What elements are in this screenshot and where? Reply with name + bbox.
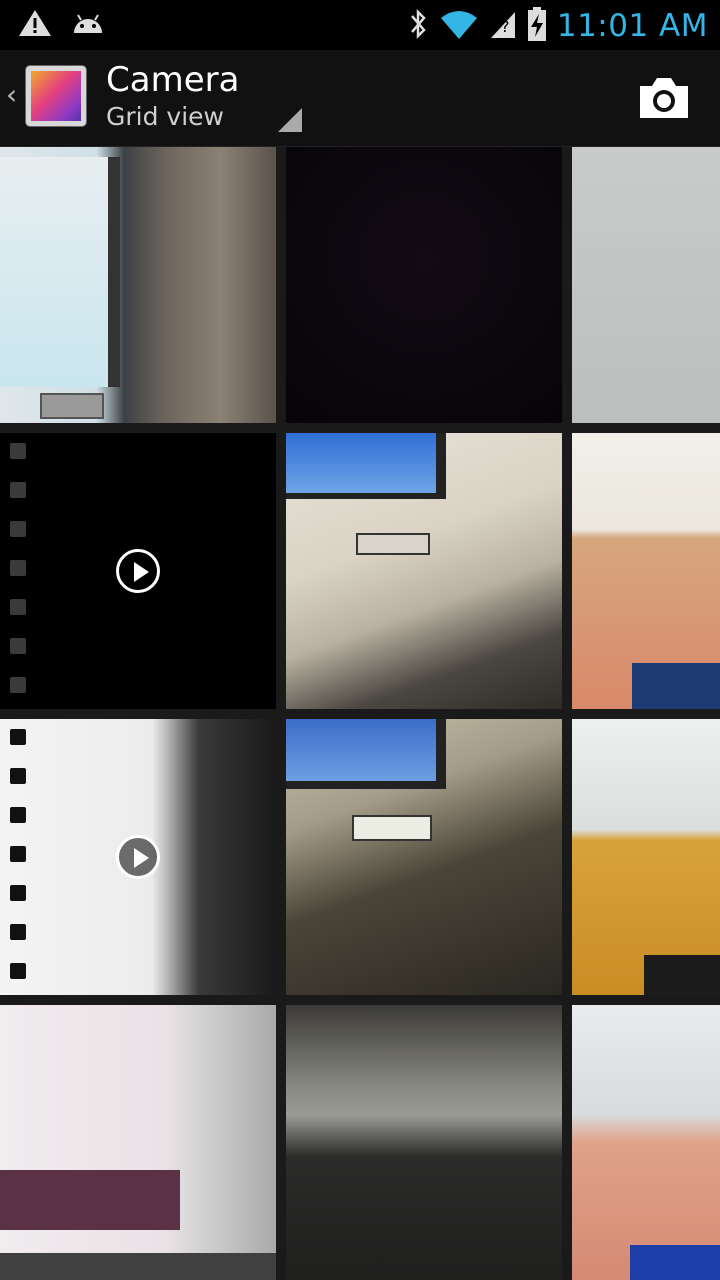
camera-icon bbox=[640, 78, 688, 118]
android-debug-icon bbox=[70, 9, 106, 41]
grid-item-photo[interactable] bbox=[572, 719, 720, 995]
play-icon bbox=[116, 835, 160, 879]
grid-item-photo[interactable] bbox=[0, 147, 276, 423]
svg-text:?: ? bbox=[501, 17, 510, 36]
film-strip-icon bbox=[10, 443, 26, 709]
grid-item-video[interactable] bbox=[0, 433, 276, 709]
grid-item-photo[interactable] bbox=[572, 433, 720, 709]
no-signal-icon: ? bbox=[489, 8, 517, 44]
play-icon bbox=[116, 549, 160, 593]
status-bar: ? 11:01 AM bbox=[0, 0, 720, 50]
grid-item-photo[interactable] bbox=[286, 719, 562, 995]
media-grid bbox=[0, 147, 720, 1280]
gallery-app-icon[interactable] bbox=[26, 66, 86, 126]
grid-item-photo[interactable] bbox=[0, 1005, 276, 1280]
clock: 11:01 AM bbox=[556, 8, 708, 44]
view-mode-spinner[interactable]: Grid view bbox=[106, 102, 224, 131]
grid-item-photo[interactable] bbox=[572, 147, 720, 423]
bluetooth-icon bbox=[407, 7, 429, 45]
grid-item-photo[interactable] bbox=[286, 433, 562, 709]
action-bar: ‹ Camera Grid view bbox=[0, 50, 720, 147]
camera-button[interactable] bbox=[630, 68, 696, 128]
wifi-icon bbox=[439, 8, 479, 44]
action-bar-title[interactable]: Camera bbox=[106, 60, 239, 100]
grid-item-photo[interactable] bbox=[572, 1005, 720, 1280]
battery-charging-icon bbox=[527, 6, 547, 46]
film-strip-icon bbox=[10, 729, 26, 995]
up-navigation-icon[interactable]: ‹ bbox=[6, 78, 17, 111]
grid-item-video[interactable] bbox=[0, 719, 276, 995]
warning-icon bbox=[18, 8, 52, 42]
grid-item-photo[interactable] bbox=[286, 147, 562, 423]
spinner-dropdown-icon[interactable] bbox=[278, 108, 302, 132]
grid-item-photo[interactable] bbox=[286, 1005, 562, 1280]
